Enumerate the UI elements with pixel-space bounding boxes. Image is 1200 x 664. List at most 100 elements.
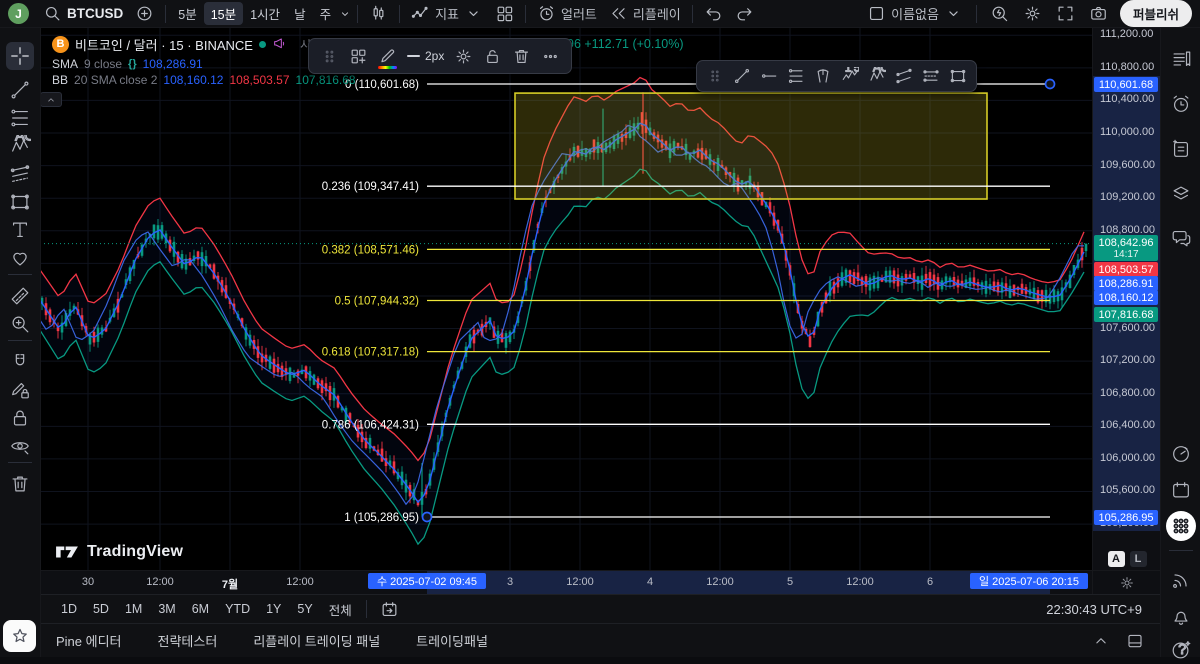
fib-retracement-button[interactable]: [784, 64, 808, 88]
line-width-button[interactable]: 2px: [404, 46, 447, 66]
main-chart-canvas[interactable]: 0 (110,601.68)0.236 (109,347.41)0.382 (1…: [40, 28, 1092, 570]
trash-icon: [512, 47, 531, 66]
range-1m[interactable]: 1M: [118, 599, 149, 619]
shapes-tool-button[interactable]: [6, 188, 34, 216]
toolbar-drag-handle[interactable]: [317, 44, 342, 69]
chart-area[interactable]: 0 (110,601.68)0.236 (109,347.41)0.382 (1…: [40, 28, 1092, 570]
user-avatar[interactable]: J: [8, 3, 29, 24]
pine-editor-tab[interactable]: Pine 에디터: [56, 631, 122, 650]
range-all[interactable]: 전체: [322, 597, 359, 622]
interval-5m[interactable]: 5분: [171, 2, 203, 25]
replay-button[interactable]: 리플레이: [603, 2, 687, 25]
measure-tool-button[interactable]: [6, 282, 34, 310]
expand-panel-chevron-up-icon[interactable]: [1092, 632, 1110, 650]
interval-1d[interactable]: 날: [287, 2, 313, 25]
range-1d[interactable]: 1D: [54, 599, 84, 619]
stay-in-drawing-mode-button[interactable]: [6, 376, 34, 404]
emoji-tool-button[interactable]: [6, 244, 34, 272]
clock-display[interactable]: 22:30:43 UTC+9: [1046, 602, 1146, 617]
layout-name-button[interactable]: 이름없음: [861, 2, 969, 25]
elliott-wave-button[interactable]: [838, 64, 862, 88]
indicators-button[interactable]: 지표: [405, 2, 489, 25]
alert-button[interactable]: 얼러트: [531, 2, 603, 25]
alerts-panel-button[interactable]: [1167, 90, 1195, 118]
settings-button[interactable]: [1017, 2, 1048, 25]
streams-button[interactable]: [1167, 566, 1195, 594]
help-button[interactable]: [1167, 636, 1195, 664]
chat-button[interactable]: [1167, 224, 1195, 252]
magnet-mode-button[interactable]: [6, 348, 34, 376]
remove-drawings-button[interactable]: [6, 470, 34, 498]
ideas-flag-icon[interactable]: [272, 36, 288, 52]
replay-trading-panel-tab[interactable]: 리플레이 트레이딩 패널: [253, 631, 380, 650]
chart-style-button[interactable]: [363, 2, 394, 25]
price-axis[interactable]: 111,200.00110,800.00110,400.00110,000.00…: [1092, 28, 1161, 570]
range-1y[interactable]: 1Y: [259, 599, 288, 619]
all-apps-button[interactable]: [1167, 512, 1195, 540]
layout-grid-button[interactable]: [489, 2, 520, 25]
drawing-settings-button[interactable]: [451, 44, 476, 69]
tradingview-logo[interactable]: TradingView: [54, 542, 183, 562]
bb-study-name[interactable]: BB: [52, 73, 68, 87]
redo-button[interactable]: [729, 2, 760, 25]
watchlist-button[interactable]: [1167, 45, 1195, 73]
projection-tool-button[interactable]: [6, 160, 34, 188]
interval-15m-selected[interactable]: 15분: [204, 2, 243, 25]
compare-button[interactable]: [129, 2, 160, 25]
range-3m[interactable]: 3M: [151, 599, 182, 619]
range-5y[interactable]: 5Y: [290, 599, 319, 619]
flat-channel-button[interactable]: [919, 64, 943, 88]
legend-collapse-button[interactable]: [40, 92, 62, 107]
undo-button[interactable]: [698, 2, 729, 25]
template-button[interactable]: [346, 44, 371, 69]
rectangle-button[interactable]: [946, 64, 970, 88]
favorites-toolbar-button[interactable]: [3, 620, 36, 652]
interval-chevron-down-icon[interactable]: [338, 7, 352, 21]
publish-button[interactable]: 퍼블리쉬: [1120, 0, 1192, 27]
snapshot-button[interactable]: [1083, 2, 1114, 25]
fullscreen-button[interactable]: [1050, 2, 1081, 25]
interval-1w[interactable]: 주: [313, 2, 339, 25]
interval-1h[interactable]: 1시간: [243, 2, 287, 25]
strategy-tester-tab[interactable]: 전략테스터: [158, 631, 218, 650]
symbol-search-button[interactable]: BTCUSD: [37, 2, 129, 25]
unlock-drawing-button[interactable]: [480, 44, 505, 69]
sma-study-name[interactable]: SMA: [52, 57, 78, 71]
trend-line-button[interactable]: [730, 64, 754, 88]
time-axis[interactable]: 3012:007월12:00312:00412:00512:006 수 2025…: [40, 570, 1092, 595]
abcd-pattern-button[interactable]: [865, 64, 889, 88]
range-ytd[interactable]: YTD: [218, 599, 257, 619]
crosshair-tool-button[interactable]: [6, 42, 34, 70]
lock-icon: [9, 407, 31, 429]
range-5d[interactable]: 5D: [86, 599, 116, 619]
parallel-channel-button[interactable]: [892, 64, 916, 88]
symbol-title[interactable]: 비트코인 / 달러 · 15 · BINANCE: [75, 35, 253, 54]
trading-panel-tab[interactable]: 트레이딩패널: [416, 631, 488, 650]
horizontal-ray-button[interactable]: [757, 64, 781, 88]
log-scale-button[interactable]: L: [1130, 551, 1147, 567]
fib-retracement-tool-button[interactable]: [6, 104, 34, 132]
trend-line-tool-button[interactable]: [6, 76, 34, 104]
quick-search-button[interactable]: [984, 2, 1015, 25]
calendar-button[interactable]: [1167, 476, 1195, 504]
text-tool-button[interactable]: [6, 216, 34, 244]
auto-scale-button[interactable]: A: [1108, 551, 1125, 567]
journal-button[interactable]: [1167, 135, 1195, 163]
toolbar-drag-handle[interactable]: [703, 64, 727, 88]
range-6m[interactable]: 6M: [185, 599, 216, 619]
panel-layout-icon[interactable]: [1126, 632, 1144, 650]
pattern-tool-button[interactable]: [6, 132, 34, 160]
go-to-date-button[interactable]: [374, 598, 405, 621]
object-tree-button[interactable]: [1167, 180, 1195, 208]
delete-drawing-button[interactable]: [509, 44, 534, 69]
hide-drawings-button[interactable]: [6, 432, 34, 460]
lock-drawings-button[interactable]: [6, 404, 34, 432]
more-options-button[interactable]: [538, 44, 563, 69]
sma-source-icon[interactable]: {}: [128, 58, 137, 70]
axis-settings-corner[interactable]: [1092, 570, 1161, 595]
notifications-button[interactable]: [1167, 602, 1195, 630]
line-color-button[interactable]: [375, 44, 400, 69]
pitchfork-button[interactable]: [811, 64, 835, 88]
screener-button[interactable]: [1167, 440, 1195, 468]
zoom-in-tool-button[interactable]: [6, 310, 34, 338]
